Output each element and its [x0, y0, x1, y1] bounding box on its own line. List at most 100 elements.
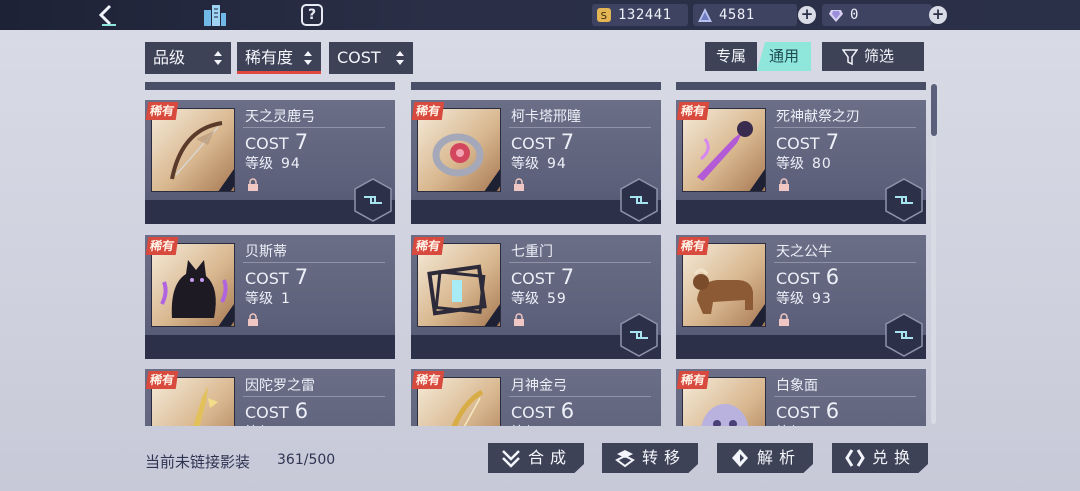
rarity-tag: 稀有 — [676, 237, 710, 255]
black-cat-icon — [160, 260, 228, 318]
cost-line: COST 6 — [776, 399, 839, 423]
cost-line: COST 6 — [245, 399, 308, 423]
equipment-thumbnail — [151, 108, 235, 192]
equipment-list[interactable]: 稀有 天之灵鹿弓 COST 7 等级 94 稀有 柯卡塔邢瞳 COST 7 等级 94 … — [145, 82, 927, 426]
exclusive-tab[interactable]: 专属 — [705, 42, 757, 71]
level-value: 59 — [547, 291, 567, 307]
level-label: 等级 — [245, 425, 273, 426]
ring-icon — [432, 133, 484, 177]
link-icon[interactable] — [619, 178, 659, 222]
cost-value: 7 — [294, 130, 309, 154]
rarity-sort-dropdown[interactable]: 稀有度 — [237, 42, 321, 74]
level-label: 等级 — [511, 291, 539, 307]
divider — [509, 262, 651, 263]
general-tab[interactable]: 通用 — [757, 42, 811, 71]
equipment-card[interactable]: 稀有 天之公牛 COST 6 等级 93 — [676, 235, 926, 359]
bow-icon — [170, 121, 223, 180]
level-line: 等级 88 — [511, 422, 567, 426]
add-crystal-button[interactable]: + — [798, 6, 816, 24]
cost-sort-dropdown[interactable]: COST — [329, 42, 413, 74]
rarity-tag: 稀有 — [411, 237, 445, 255]
scrollbar-thumb[interactable] — [931, 84, 937, 136]
grade-sort-dropdown[interactable]: 品级 — [145, 42, 231, 74]
level-value: 1 — [812, 425, 822, 426]
cost-value: 7 — [825, 130, 840, 154]
transfer-button[interactable]: 转移 — [602, 443, 698, 473]
link-icon[interactable] — [353, 178, 393, 222]
cost-value: 6 — [294, 399, 309, 423]
analyze-icon — [732, 449, 748, 467]
coin-icon: S — [597, 8, 611, 22]
top-bar: ? S 132441 4581 + 0 + — [0, 0, 1080, 30]
cost-label: COST — [776, 134, 820, 153]
equipment-card[interactable]: 稀有 天之灵鹿弓 COST 7 等级 94 — [145, 100, 395, 224]
row-divider — [145, 82, 395, 90]
cost-label: COST — [245, 403, 289, 422]
cost-label: COST — [245, 269, 289, 288]
level-label: 等级 — [511, 156, 539, 172]
level-line: 等级 94 — [511, 153, 567, 173]
transfer-icon — [615, 450, 635, 468]
equipment-card[interactable]: 稀有 因陀罗之雷 COST 6 等级 1 — [145, 369, 395, 426]
equipment-name: 天之公牛 — [776, 244, 832, 260]
gem-counter: 0 — [828, 5, 859, 25]
divider — [243, 396, 385, 397]
filter-button[interactable]: 筛选 — [822, 42, 924, 71]
equipment-thumbnail — [417, 243, 501, 327]
lock-icon[interactable] — [247, 178, 259, 191]
add-gem-button[interactable]: + — [929, 6, 947, 24]
cost-line: COST 7 — [245, 265, 308, 289]
equipment-card[interactable]: 稀有 七重门 COST 7 等级 59 — [411, 235, 661, 359]
unlinked-label: 当前未链接影装 — [145, 453, 251, 471]
level-line: 等级 94 — [245, 153, 301, 173]
equipment-card[interactable]: 稀有 白象面 COST 6 等级 1 — [676, 369, 926, 426]
lock-icon[interactable] — [513, 178, 525, 191]
analyze-label: 解析 — [757, 448, 802, 467]
level-value: 93 — [812, 291, 832, 307]
level-line: 等级 80 — [776, 153, 832, 173]
equipment-card[interactable]: 稀有 柯卡塔邢瞳 COST 7 等级 94 — [411, 100, 661, 224]
dagger-icon — [697, 121, 753, 181]
cost-value: 6 — [825, 399, 840, 423]
gem-value: 0 — [850, 7, 859, 23]
sort-arrows-icon — [304, 51, 312, 65]
equipment-thumbnail — [682, 243, 766, 327]
lock-icon[interactable] — [778, 313, 790, 326]
link-icon[interactable] — [619, 313, 659, 357]
analyze-button[interactable]: 解析 — [717, 443, 813, 473]
cost-label: COST — [511, 134, 555, 153]
rarity-sort-label: 稀有度 — [245, 48, 294, 67]
sort-arrows-icon — [214, 51, 222, 65]
lock-icon[interactable] — [778, 178, 790, 191]
exchange-button[interactable]: 兑换 — [832, 443, 928, 473]
help-icon[interactable]: ? — [301, 4, 323, 26]
level-line: 等级 1 — [776, 422, 822, 426]
diamond-icon — [829, 10, 843, 22]
link-icon[interactable] — [884, 313, 924, 357]
link-icon[interactable] — [884, 178, 924, 222]
exchange-label: 兑换 — [872, 448, 917, 467]
level-value: 1 — [281, 291, 291, 307]
cost-line: COST 7 — [776, 130, 839, 154]
rarity-tag: 稀有 — [411, 371, 445, 389]
coin-counter: S 132441 — [596, 5, 672, 25]
svg-text:S: S — [601, 11, 608, 22]
synthesize-button[interactable]: 合成 — [488, 443, 584, 473]
lock-icon[interactable] — [247, 313, 259, 326]
cost-label: COST — [511, 403, 555, 422]
grade-sort-label: 品级 — [153, 48, 186, 67]
divider — [243, 262, 385, 263]
cost-value: 7 — [560, 130, 575, 154]
equipment-card[interactable]: 稀有 贝斯蒂 COST 7 等级 1 — [145, 235, 395, 359]
filter-label: 筛选 — [864, 47, 895, 65]
rarity-tag: 稀有 — [676, 102, 710, 120]
equipment-card[interactable]: 稀有 月神金弓 COST 6 等级 88 — [411, 369, 661, 426]
level-value: 94 — [547, 156, 567, 172]
base-icon[interactable] — [200, 2, 228, 28]
cost-value: 6 — [560, 399, 575, 423]
back-icon[interactable] — [94, 3, 120, 27]
equipment-card[interactable]: 稀有 死神献祭之刃 COST 7 等级 80 — [676, 100, 926, 224]
card-footer — [145, 335, 395, 359]
lock-icon[interactable] — [513, 313, 525, 326]
equipment-name: 白象面 — [776, 378, 818, 394]
